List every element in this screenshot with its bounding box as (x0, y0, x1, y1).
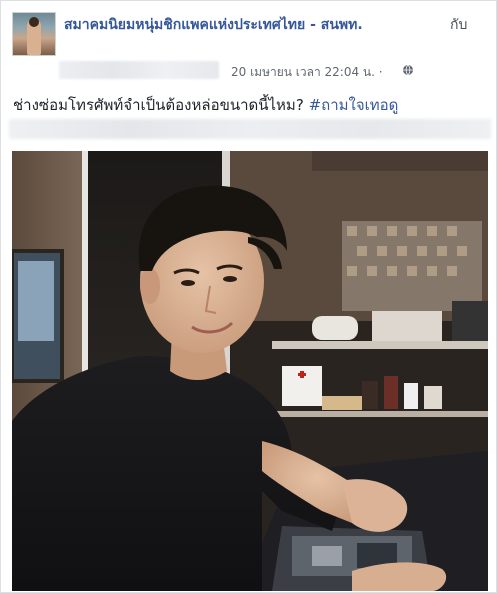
blurred-text-line (9, 119, 491, 139)
page-avatar[interactable] (12, 12, 56, 56)
photo-illustration (12, 151, 488, 591)
post-timestamp[interactable]: 20 เมษายน เวลา 22:04 น. · (231, 63, 383, 82)
globe-icon[interactable] (402, 64, 414, 76)
post-photo[interactable] (12, 151, 488, 591)
page-name-suffix: กับ (450, 17, 468, 33)
date-label[interactable]: 20 เมษายน เวลา 22:04 น. (231, 65, 375, 79)
separator-dot: · (378, 65, 383, 79)
hashtag-link[interactable]: #ถามใจเทอดู (309, 96, 399, 114)
post-text: ช่างซ่อมโทรศัพท์จำเป็นต้องหล่อขนาดนี้ไหม… (13, 93, 398, 117)
post-text-main: ช่างซ่อมโทรศัพท์จำเป็นต้องหล่อขนาดนี้ไหม… (13, 96, 304, 114)
post-card: สมาคมนิยมหนุ่มชิกแพคแห่งประเทศไทย - สนพท… (0, 0, 497, 593)
page-name-link[interactable]: สมาคมนิยมหนุ่มชิกแพคแห่งประเทศไทย - สนพท… (64, 14, 363, 36)
blurred-tagged-names (59, 61, 219, 79)
